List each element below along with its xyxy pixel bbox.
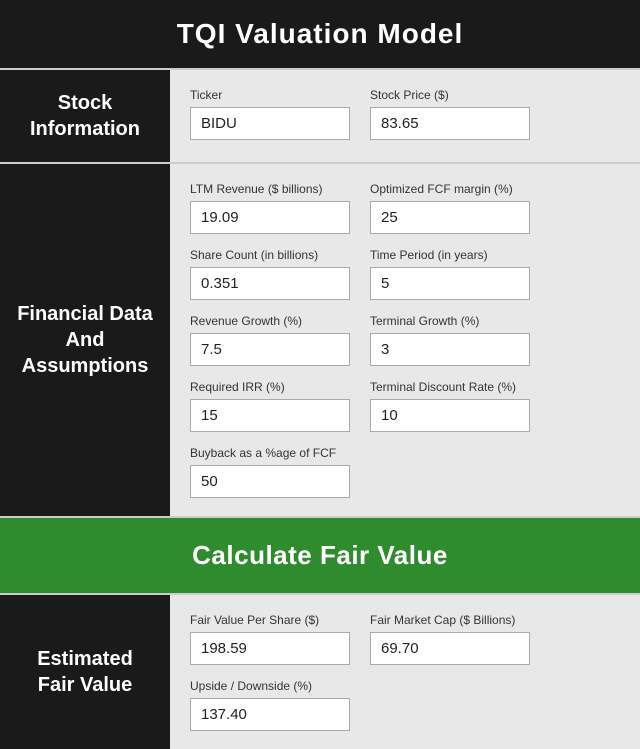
stock-price-label: Stock Price ($) — [370, 88, 530, 102]
ticker-label: Ticker — [190, 88, 350, 102]
ltm-revenue-input[interactable] — [190, 201, 350, 234]
stock-section-content: Ticker Stock Price ($) — [170, 70, 640, 162]
buyback-group: Buyback as a %age of FCF — [190, 446, 350, 498]
terminal-growth-label: Terminal Growth (%) — [370, 314, 530, 328]
fcf-margin-label: Optimized FCF margin (%) — [370, 182, 530, 196]
revenue-growth-input[interactable] — [190, 333, 350, 366]
financial-section-content: LTM Revenue ($ billions) Optimized FCF m… — [170, 164, 640, 516]
stock-section: Stock Information Ticker Stock Price ($) — [0, 68, 640, 162]
buyback-label: Buyback as a %age of FCF — [190, 446, 350, 460]
terminal-discount-group: Terminal Discount Rate (%) — [370, 380, 530, 432]
ltm-revenue-label: LTM Revenue ($ billions) — [190, 182, 350, 196]
terminal-growth-group: Terminal Growth (%) — [370, 314, 530, 366]
ltm-revenue-group: LTM Revenue ($ billions) — [190, 182, 350, 234]
fair-market-cap-group: Fair Market Cap ($ Billions) — [370, 613, 530, 665]
calculate-section: Calculate Fair Value — [0, 516, 640, 593]
ticker-group: Ticker — [190, 88, 350, 140]
fair-value-per-share-label: Fair Value Per Share ($) — [190, 613, 350, 627]
required-irr-label: Required IRR (%) — [190, 380, 350, 394]
app-header: TQI Valuation Model — [0, 0, 640, 68]
time-period-group: Time Period (in years) — [370, 248, 530, 300]
ticker-input[interactable] — [190, 107, 350, 140]
financial-section-label: Financial Data And Assumptions — [0, 164, 170, 516]
app-title: TQI Valuation Model — [20, 18, 620, 50]
results-section: Estimated Fair Value Fair Value Per Shar… — [0, 593, 640, 749]
required-irr-group: Required IRR (%) — [190, 380, 350, 432]
share-count-label: Share Count (in billions) — [190, 248, 350, 262]
fair-market-cap-input[interactable] — [370, 632, 530, 665]
terminal-discount-label: Terminal Discount Rate (%) — [370, 380, 530, 394]
fair-value-per-share-group: Fair Value Per Share ($) — [190, 613, 350, 665]
calculate-button[interactable]: Calculate Fair Value — [0, 518, 640, 593]
revenue-growth-group: Revenue Growth (%) — [190, 314, 350, 366]
app-container: TQI Valuation Model Stock Information Ti… — [0, 0, 640, 749]
fcf-margin-input[interactable] — [370, 201, 530, 234]
fcf-margin-group: Optimized FCF margin (%) — [370, 182, 530, 234]
results-section-content: Fair Value Per Share ($) Fair Market Cap… — [170, 595, 640, 749]
time-period-label: Time Period (in years) — [370, 248, 530, 262]
terminal-discount-input[interactable] — [370, 399, 530, 432]
buyback-input[interactable] — [190, 465, 350, 498]
terminal-growth-input[interactable] — [370, 333, 530, 366]
revenue-growth-label: Revenue Growth (%) — [190, 314, 350, 328]
stock-price-input[interactable] — [370, 107, 530, 140]
fair-value-per-share-input[interactable] — [190, 632, 350, 665]
time-period-input[interactable] — [370, 267, 530, 300]
upside-downside-label: Upside / Downside (%) — [190, 679, 350, 693]
upside-downside-input[interactable] — [190, 698, 350, 731]
results-section-label: Estimated Fair Value — [0, 595, 170, 749]
financial-section: Financial Data And Assumptions LTM Reven… — [0, 162, 640, 516]
upside-downside-group: Upside / Downside (%) — [190, 679, 350, 731]
share-count-group: Share Count (in billions) — [190, 248, 350, 300]
fair-market-cap-label: Fair Market Cap ($ Billions) — [370, 613, 530, 627]
share-count-input[interactable] — [190, 267, 350, 300]
stock-price-group: Stock Price ($) — [370, 88, 530, 140]
required-irr-input[interactable] — [190, 399, 350, 432]
stock-section-label: Stock Information — [0, 70, 170, 162]
